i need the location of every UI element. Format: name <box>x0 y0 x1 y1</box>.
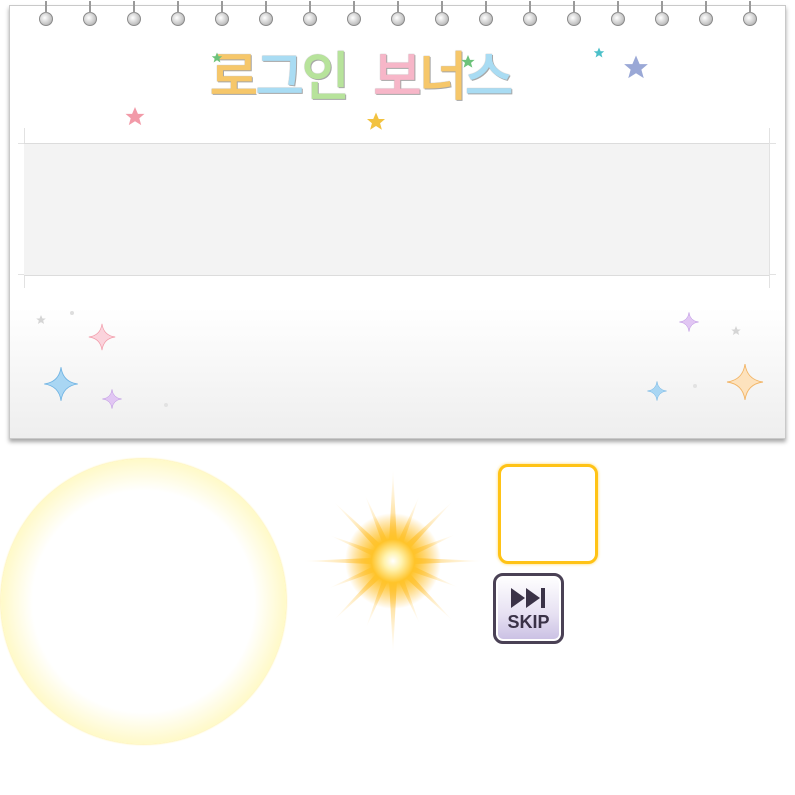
star-icon <box>593 47 605 58</box>
decorative-stars <box>36 47 764 410</box>
sparkle-icon <box>43 366 79 402</box>
sparkle-icon <box>726 363 764 401</box>
star-icon <box>366 112 386 130</box>
fast-forward-skip-icon <box>511 588 545 608</box>
star-icon <box>624 55 648 79</box>
star-icon <box>36 315 46 325</box>
light-burst-effect <box>303 469 483 653</box>
sparkle-icon <box>88 323 116 351</box>
skip-button-label: SKIP <box>507 612 550 632</box>
star-icon <box>731 326 741 336</box>
reward-frame-slot <box>498 464 598 564</box>
star-icon <box>125 107 145 126</box>
sparkle-icon <box>102 388 122 410</box>
sparkle-icon <box>679 311 699 333</box>
glow-circle-effect <box>1 459 286 744</box>
star-icon <box>211 52 223 63</box>
star-icon <box>461 55 475 68</box>
skip-button[interactable]: SKIP <box>493 573 564 644</box>
sparkle-icon <box>647 380 667 402</box>
